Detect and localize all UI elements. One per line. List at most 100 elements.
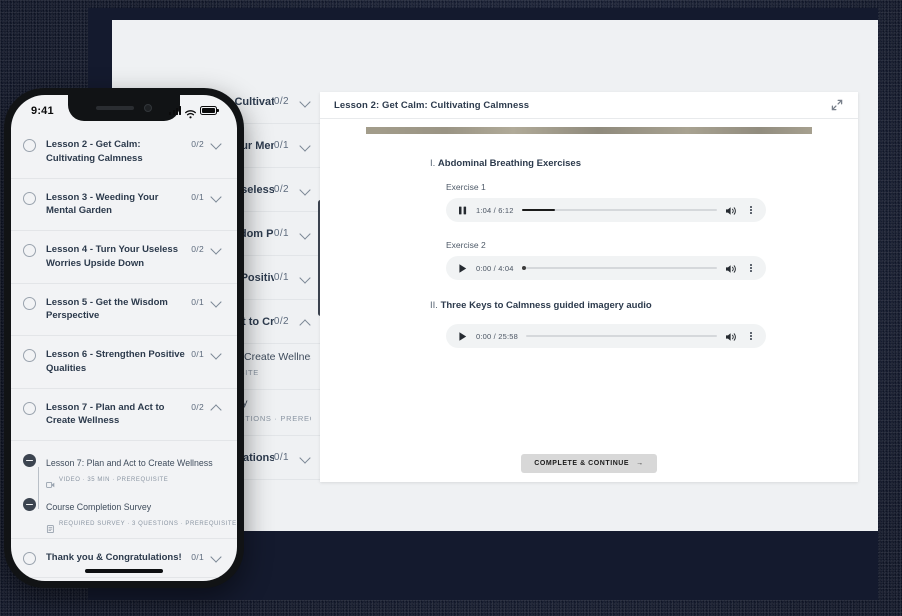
lesson-row-count: 0/1: [191, 552, 204, 563]
subitem-course-survey[interactable]: Course Completion Survey REQUIRED SURVEY…: [11, 497, 237, 534]
chevron-down-icon[interactable]: [301, 273, 311, 283]
video-icon: [46, 476, 55, 489]
exercise-1-label: Exercise 1: [446, 182, 486, 192]
completion-circle-icon[interactable]: [23, 552, 36, 566]
dot: [750, 212, 752, 215]
chevron-up-icon[interactable]: [211, 403, 223, 413]
phone-status-bar: 9:41: [11, 95, 237, 126]
pause-icon[interactable]: [456, 204, 469, 217]
lesson-row-3[interactable]: Lesson 3 - Weeding Your Mental Garden 0/…: [11, 179, 237, 232]
sidebar-item-count: 0/1: [273, 452, 289, 463]
lesson-row-title: Thank you & Congratulations!: [46, 552, 182, 564]
locked-dot-icon: [23, 498, 36, 512]
completion-circle-icon[interactable]: [23, 296, 36, 310]
progress-knob[interactable]: [521, 266, 526, 270]
completion-circle-icon[interactable]: [23, 139, 36, 152]
lesson-row-title: Lesson 2 - Get Calm: Cultivating Calmnes…: [46, 139, 143, 164]
lesson-content-card: Lesson 2: Get Calm: Cultivating Calmness…: [320, 92, 858, 482]
completion-circle-icon[interactable]: [23, 244, 36, 258]
audio-time-display: 1:04 / 6:12: [476, 205, 514, 215]
progress-bar-background: [526, 335, 717, 337]
chevron-down-icon[interactable]: [211, 245, 223, 255]
chevron-down-icon[interactable]: [211, 298, 223, 308]
subitem-lesson-7-video[interactable]: Lesson 7: Plan and Act to Create Wellnes…: [11, 453, 237, 489]
audio-progress-track[interactable]: [521, 206, 717, 215]
volume-icon[interactable]: [725, 204, 737, 216]
phone-screen: 9:41 Lesson 2 - Get Calm: Cultivating Ca…: [11, 95, 237, 581]
desktop-window-topbar: [112, 20, 878, 80]
bar: [175, 108, 178, 115]
audio-player-guided-imagery[interactable]: 0:00 / 25:58: [446, 324, 766, 348]
bar: [172, 110, 175, 115]
audio-time-display: 0:00 / 4:04: [476, 263, 514, 273]
wifi-icon: [185, 106, 196, 119]
battery-icon: [200, 106, 219, 115]
subitem-meta-row: VIDEO · 35 MIN · PREREQUISITE: [46, 476, 223, 489]
subitem-title: Course Completion Survey: [46, 502, 152, 513]
section-heading-1: I. Abdominal Breathing Exercises: [430, 158, 858, 169]
lesson-row-title: Lesson 3 - Weeding Your Mental Garden: [46, 191, 159, 217]
lesson-card-header: Lesson 2: Get Calm: Cultivating Calmness: [320, 92, 858, 119]
chevron-down-icon[interactable]: [301, 141, 311, 151]
lesson-row-title: Lesson 7 - Plan and Act to Create Wellne…: [46, 401, 165, 427]
volume-icon[interactable]: [725, 330, 737, 342]
chevron-down-icon[interactable]: [211, 553, 223, 563]
expand-diagonal-icon[interactable]: [830, 98, 844, 112]
lesson-row-title: Lesson 6 - Strengthen Positive Qualities: [46, 349, 185, 374]
dot: [750, 331, 752, 334]
subitem-meta-row: REQUIRED SURVEY · 3 QUESTIONS · PREREQUI…: [46, 520, 237, 534]
locked-dot-icon: [23, 454, 36, 468]
phone-course-list[interactable]: Lesson 2 - Get Calm: Cultivating Calmnes…: [11, 126, 237, 581]
chevron-down-icon[interactable]: [211, 140, 223, 150]
subitem-content: Lesson 7: Plan and Act to Create Wellnes…: [46, 453, 223, 489]
completion-circle-icon[interactable]: [23, 349, 36, 363]
bar: [179, 106, 181, 115]
more-options-icon[interactable]: [746, 331, 756, 341]
volume-icon[interactable]: [725, 262, 737, 274]
more-options-icon[interactable]: [746, 205, 756, 215]
lesson-image-strip: [366, 127, 812, 134]
sidebar-item-count: 0/1: [273, 228, 289, 239]
subitem-content: Course Completion Survey REQUIRED SURVEY…: [46, 497, 237, 534]
lesson-row-title: Lesson 5 - Get the Wisdom Perspective: [46, 296, 168, 322]
arrow-right-icon: →: [636, 460, 644, 467]
subitem-meta: VIDEO · 35 MIN · PREREQUISITE: [59, 477, 169, 484]
chevron-up-icon[interactable]: [301, 317, 311, 327]
progress-bar-fill: [521, 208, 555, 212]
section-numeral: II.: [430, 300, 438, 311]
lesson-row-title: Lesson 4 - Turn Your Useless Worries Ups…: [46, 244, 178, 269]
lesson-row-count: 0/2: [191, 139, 204, 149]
lesson-row-6[interactable]: Lesson 6 - Strengthen Positive Qualities…: [11, 336, 237, 389]
bar: [169, 112, 172, 115]
audio-player-exercise-2[interactable]: 0:00 / 4:04: [446, 256, 766, 280]
section-heading-2: II. Three Keys to Calmness guided imager…: [430, 300, 858, 311]
complete-and-continue-button[interactable]: COMPLETE & CONTINUE →: [521, 454, 657, 473]
audio-player-exercise-1[interactable]: 1:04 / 6:12: [446, 198, 766, 222]
audio-progress-track[interactable]: [526, 332, 717, 341]
lesson-row-4[interactable]: Lesson 4 - Turn Your Useless Worries Ups…: [11, 231, 237, 284]
chevron-down-icon[interactable]: [301, 185, 311, 195]
phone-mockup: 9:41 Lesson 2 - Get Calm: Cultivating Ca…: [4, 88, 244, 588]
lesson-7-subitems: Lesson 7: Plan and Act to Create Wellnes…: [11, 441, 237, 540]
lesson-row-count: 0/1: [191, 296, 204, 307]
chevron-down-icon[interactable]: [211, 193, 223, 203]
chevron-down-icon[interactable]: [211, 350, 223, 360]
lesson-row-2[interactable]: Lesson 2 - Get Calm: Cultivating Calmnes…: [11, 126, 237, 179]
play-icon[interactable]: [456, 330, 469, 343]
chevron-down-icon[interactable]: [301, 97, 311, 107]
section-numeral: I.: [430, 158, 436, 169]
dot: [750, 338, 752, 341]
completion-circle-icon[interactable]: [23, 191, 36, 205]
lesson-row-count: 0/2: [191, 244, 204, 255]
status-bar-time: 9:41: [31, 104, 54, 117]
complete-continue-label: COMPLETE & CONTINUE: [534, 460, 630, 467]
more-options-icon[interactable]: [746, 263, 756, 273]
completion-circle-icon[interactable]: [23, 401, 36, 415]
chevron-down-icon[interactable]: [301, 229, 311, 239]
play-icon[interactable]: [456, 262, 469, 275]
audio-time-display: 0:00 / 25:58: [476, 331, 519, 341]
audio-progress-track[interactable]: [521, 264, 717, 273]
lesson-row-7[interactable]: Lesson 7 - Plan and Act to Create Wellne…: [11, 389, 237, 442]
lesson-row-5[interactable]: Lesson 5 - Get the Wisdom Perspective 0/…: [11, 284, 237, 337]
chevron-down-icon[interactable]: [301, 453, 311, 463]
